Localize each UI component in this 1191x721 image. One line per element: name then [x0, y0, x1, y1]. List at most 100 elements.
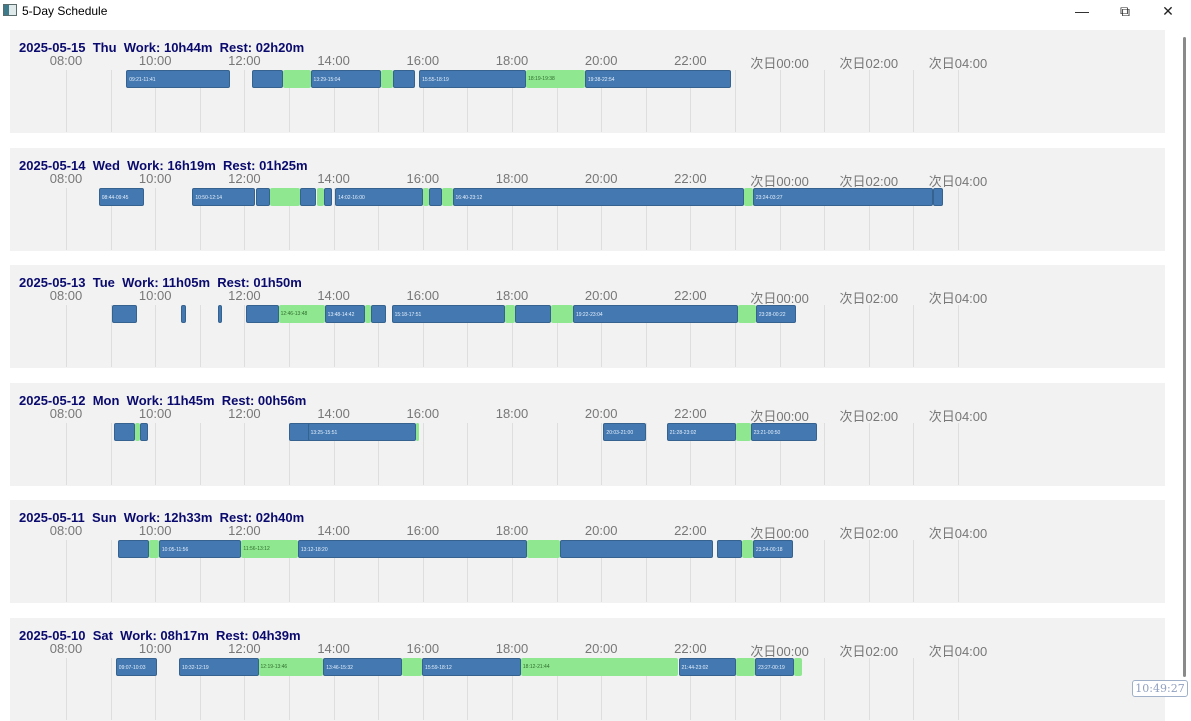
rest-segment[interactable] [793, 657, 802, 676]
rest-segment[interactable] [737, 305, 756, 323]
grid-line [200, 305, 201, 367]
work-segment[interactable] [717, 540, 742, 558]
rest-segment[interactable] [551, 305, 573, 323]
work-segment[interactable]: 19:38-22:54 [584, 70, 731, 88]
rest-segment[interactable] [741, 540, 753, 558]
work-segment[interactable] [300, 187, 317, 206]
work-segment[interactable] [112, 305, 137, 323]
work-segment[interactable] [218, 305, 223, 323]
time-tick-label: 16:00 [406, 523, 440, 538]
work-segment[interactable] [514, 305, 552, 323]
work-segment[interactable]: 08:44-09:45 [98, 187, 145, 206]
rest-segment[interactable] [283, 70, 311, 88]
work-segment[interactable] [559, 540, 714, 558]
rest-segment[interactable] [381, 70, 394, 88]
rest-segment[interactable] [316, 187, 324, 206]
grid-line [557, 422, 558, 485]
work-segment[interactable]: 13:46-15:32 [323, 657, 402, 676]
work-segment[interactable]: 23:24-03:27 [752, 187, 934, 206]
work-segment[interactable]: 10:05-11:56 [158, 540, 242, 558]
rest-segment[interactable]: 11:56-13:12 [241, 540, 298, 558]
work-segment[interactable]: 15:55-18:19 [419, 70, 527, 88]
work-segment[interactable] [181, 305, 186, 323]
rest-segment[interactable] [422, 187, 429, 206]
work-segment[interactable] [118, 540, 150, 558]
time-tick-label: 12:00 [228, 170, 261, 186]
rest-segment[interactable] [416, 422, 420, 441]
time-tick-label: 22:00 [674, 53, 707, 68]
work-segment[interactable]: 16:40-23:12 [452, 187, 744, 206]
day-panel: 2025-05-11 Sun Work: 12h33m Rest: 02h40m… [10, 500, 1165, 603]
rest-segment[interactable]: 12:19-13:46 [258, 657, 324, 676]
work-segment[interactable]: 23:24-00:18 [752, 540, 793, 558]
rest-segment[interactable] [526, 540, 560, 558]
work-segment[interactable]: 23:28-00:22 [755, 305, 796, 323]
time-tick-label: 12:00 [228, 523, 261, 538]
close-button[interactable]: ✕ [1145, 0, 1191, 22]
grid-line [869, 540, 870, 602]
time-tick-label: 10:00 [138, 170, 172, 186]
grid-line [958, 187, 959, 250]
rest-segment[interactable]: 12:46-13:48 [278, 305, 325, 323]
work-segment[interactable] [393, 70, 416, 88]
grid-line [958, 70, 959, 132]
scrollbar-thumb[interactable] [1183, 37, 1186, 677]
time-tick-label: 08:00 [49, 170, 83, 186]
rest-segment[interactable] [364, 305, 371, 323]
rest-segment[interactable]: 18:12-21:44 [520, 657, 679, 676]
time-tick-label: 12:00 [228, 405, 261, 421]
work-segment[interactable]: 21:44-23:02 [678, 657, 737, 676]
work-segment[interactable] [933, 187, 944, 206]
time-tick-label: 18:00 [495, 53, 529, 68]
work-segment[interactable]: 20:03-21:00 [603, 422, 646, 441]
rest-segment[interactable] [442, 187, 453, 206]
rest-segment[interactable] [270, 187, 301, 206]
work-segment[interactable] [428, 187, 443, 206]
vertical-scrollbar[interactable] [1180, 22, 1191, 700]
work-segment[interactable] [323, 187, 333, 206]
rest-segment[interactable] [736, 657, 756, 676]
time-tick-label: 14:00 [317, 405, 350, 421]
work-segment[interactable]: 23:21-00:50 [750, 422, 817, 441]
rest-segment[interactable] [743, 187, 753, 206]
work-segment[interactable]: 10:50-12:14 [192, 187, 255, 206]
grid-line [512, 422, 513, 485]
work-segment[interactable]: 13:29-15:04 [310, 70, 382, 88]
work-segment[interactable] [245, 305, 279, 323]
work-segment[interactable]: 09:07-10:03 [115, 657, 158, 676]
work-segment[interactable] [139, 422, 149, 441]
work-segment[interactable]: 15:18-17:51 [391, 305, 506, 323]
work-segment[interactable]: 19:22-23:04 [572, 305, 738, 323]
rest-segment[interactable]: 18:19-19:38 [526, 70, 585, 88]
work-segment[interactable]: 09:21-11:41 [126, 70, 231, 88]
grid-line [780, 70, 781, 132]
time-tick-label: 10:00 [138, 640, 172, 656]
work-segment[interactable]: 13:48-14:42 [324, 305, 365, 323]
rest-segment[interactable] [135, 422, 140, 441]
rest-segment[interactable] [149, 540, 159, 558]
rest-segment[interactable] [401, 657, 423, 676]
work-segment[interactable]: 23:27-00:19 [755, 657, 794, 676]
restore-button[interactable]: ⧉ [1102, 0, 1148, 22]
work-segment[interactable] [251, 70, 284, 88]
work-segment[interactable] [256, 187, 271, 206]
rest-segment[interactable] [736, 422, 751, 441]
work-segment[interactable]: 13:12-18:20 [297, 540, 527, 558]
work-segment[interactable]: 15:59-18:12 [422, 657, 521, 676]
time-tick-label: 10:00 [138, 523, 172, 538]
time-tick-label: 16:00 [406, 640, 440, 656]
time-tick-label: 14:00 [317, 523, 350, 538]
work-segment[interactable]: 10:32-12:19 [178, 657, 259, 676]
rest-segment[interactable] [505, 305, 515, 323]
work-segment[interactable]: 14:02-16:00 [335, 187, 423, 206]
title-bar: 5-Day Schedule — ⧉ ✕ [0, 0, 1191, 22]
day-panel: 2025-05-12 Mon Work: 11h45m Rest: 00h56m… [10, 382, 1165, 486]
work-segment[interactable]: 21:28-23:02 [666, 422, 737, 441]
work-segment[interactable] [370, 305, 386, 323]
grid-line [646, 422, 647, 485]
work-segment[interactable] [113, 422, 136, 441]
window-title: 5-Day Schedule [22, 4, 108, 18]
work-segment[interactable]: 13:25-15:51 [307, 422, 417, 441]
minimize-button[interactable]: — [1059, 0, 1105, 22]
grid-line [913, 305, 914, 367]
